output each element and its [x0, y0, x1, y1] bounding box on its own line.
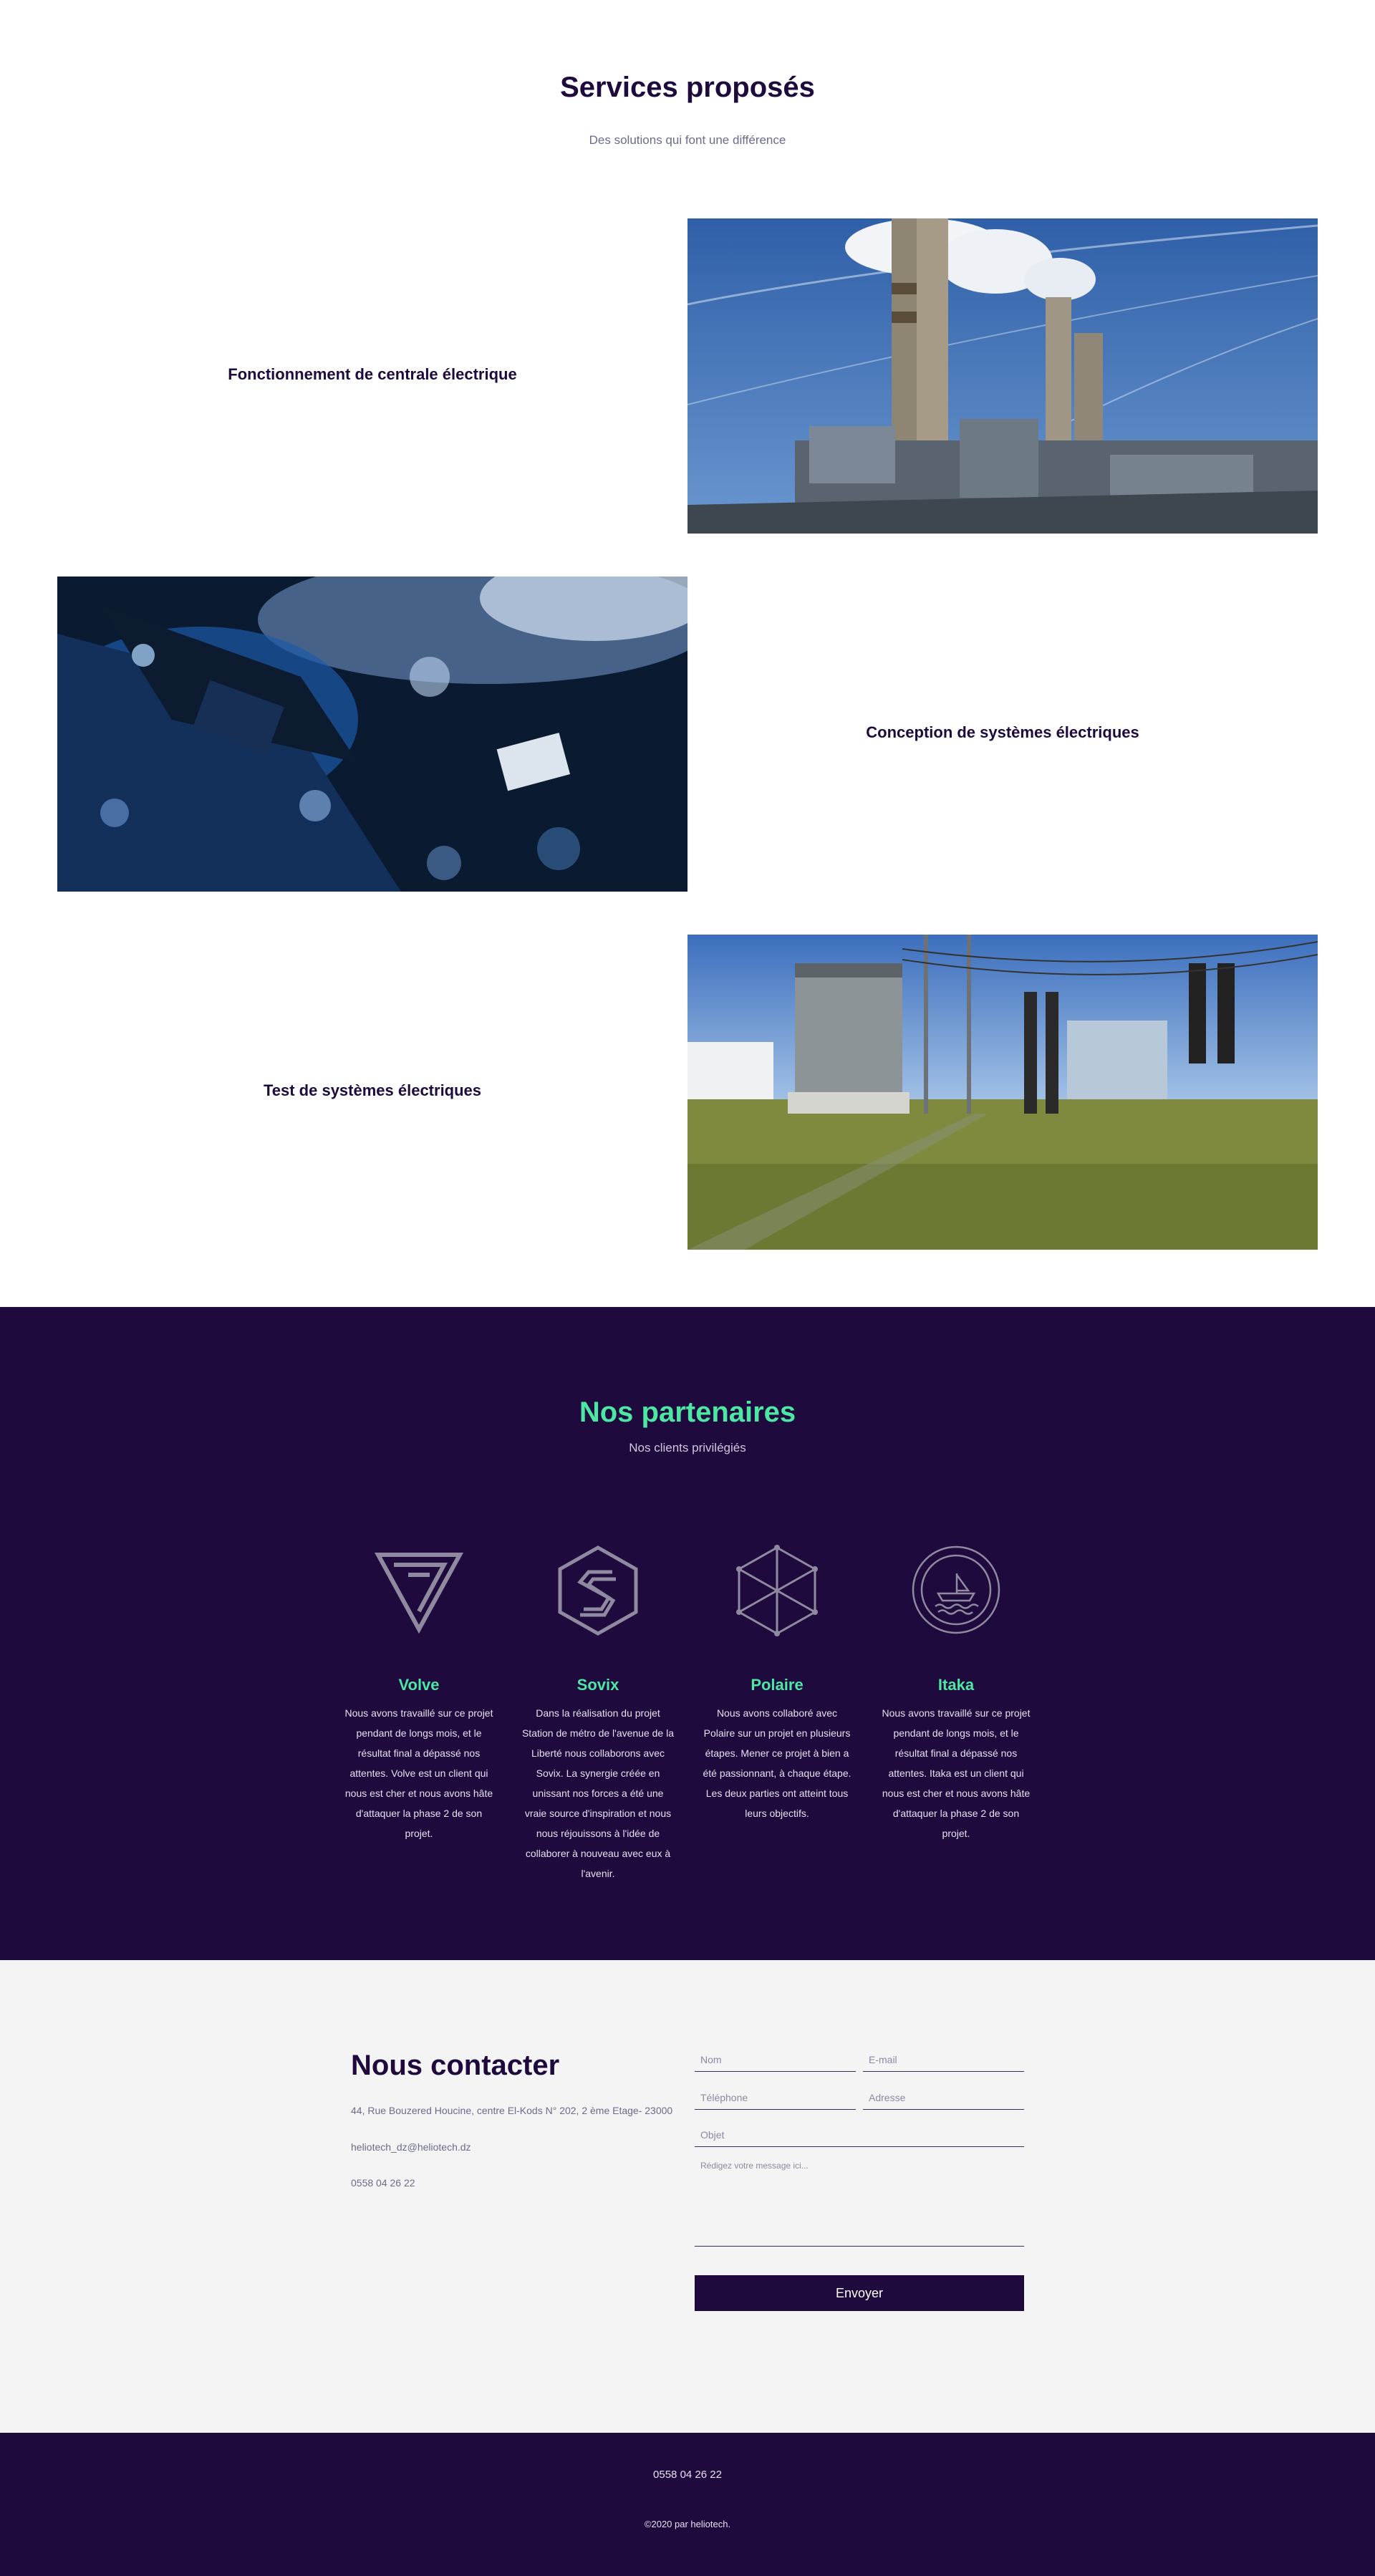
partner-desc-volve: Nous avons travaillé sur ce projet penda…: [344, 1707, 493, 1839]
partner-card-sovix: Sovix Dans la réalisation du projet Stat…: [516, 1536, 680, 1883]
message-field[interactable]: [695, 2153, 1024, 2247]
contact-title: Nous contacter: [351, 2050, 560, 2081]
services-subtitle: Des solutions qui font une différence: [589, 133, 786, 147]
footer: 0558 04 26 22 ©2020 par heliotech.: [0, 2433, 1375, 2576]
partner-desc-sovix: Dans la réalisation du projet Station de…: [521, 1707, 675, 1879]
services-section: Services proposés Des solutions qui font…: [0, 0, 1375, 1307]
contact-section: Nous contacter 44, Rue Bouzered Houcine,…: [0, 1960, 1375, 2433]
service-image-substation: [688, 935, 1318, 1250]
subject-field[interactable]: [695, 2123, 1024, 2147]
name-field[interactable]: [695, 2047, 856, 2072]
footer-copyright: ©2020 par heliotech.: [644, 2519, 731, 2529]
partner-card-volve: Volve Nous avons travaillé sur ce projet…: [337, 1536, 501, 1843]
itaka-logo-icon: [874, 1536, 1038, 1644]
partners-section: Nos partenaires Nos clients privilégiés …: [0, 1307, 1375, 1960]
footer-phone: 0558 04 26 22: [653, 2469, 722, 2481]
service-label-testing: Test de systèmes électriques: [263, 1081, 482, 1099]
contact-phone: 0558 04 26 22: [351, 2177, 415, 2189]
partners-subtitle: Nos clients privilégiés: [629, 1441, 746, 1455]
service-image-power-plant: [688, 218, 1318, 534]
services-title: Services proposés: [560, 72, 815, 103]
partner-name-sovix: Sovix: [576, 1676, 619, 1694]
service-label-design: Conception de systèmes électriques: [866, 723, 1139, 741]
service-image-circuit-board: [57, 577, 688, 892]
phone-field[interactable]: [695, 2085, 856, 2110]
polaire-logo-icon: [695, 1536, 859, 1644]
partner-card-polaire: Polaire Nous avons collaboré avec Polair…: [695, 1536, 859, 1823]
partner-name-polaire: Polaire: [751, 1676, 804, 1694]
partners-title: Nos partenaires: [579, 1396, 796, 1428]
email-field[interactable]: [863, 2047, 1024, 2072]
send-button[interactable]: Envoyer: [695, 2275, 1024, 2311]
partner-desc-itaka: Nous avons travaillé sur ce projet penda…: [882, 1707, 1031, 1839]
address-field[interactable]: [863, 2085, 1024, 2110]
service-label-power-plant: Fonctionnement de centrale électrique: [228, 365, 517, 383]
sovix-logo-icon: [516, 1536, 680, 1644]
contact-address: 44, Rue Bouzered Houcine, centre El-Kods…: [351, 2105, 673, 2116]
contact-email: heliotech_dz@heliotech.dz: [351, 2141, 471, 2153]
partner-desc-polaire: Nous avons collaboré avec Polaire sur un…: [703, 1707, 851, 1819]
volve-logo-icon: [337, 1536, 501, 1644]
partner-name-volve: Volve: [398, 1676, 440, 1694]
partner-card-itaka: Itaka Nous avons travaillé sur ce projet…: [874, 1536, 1038, 1843]
partner-name-itaka: Itaka: [937, 1676, 975, 1694]
